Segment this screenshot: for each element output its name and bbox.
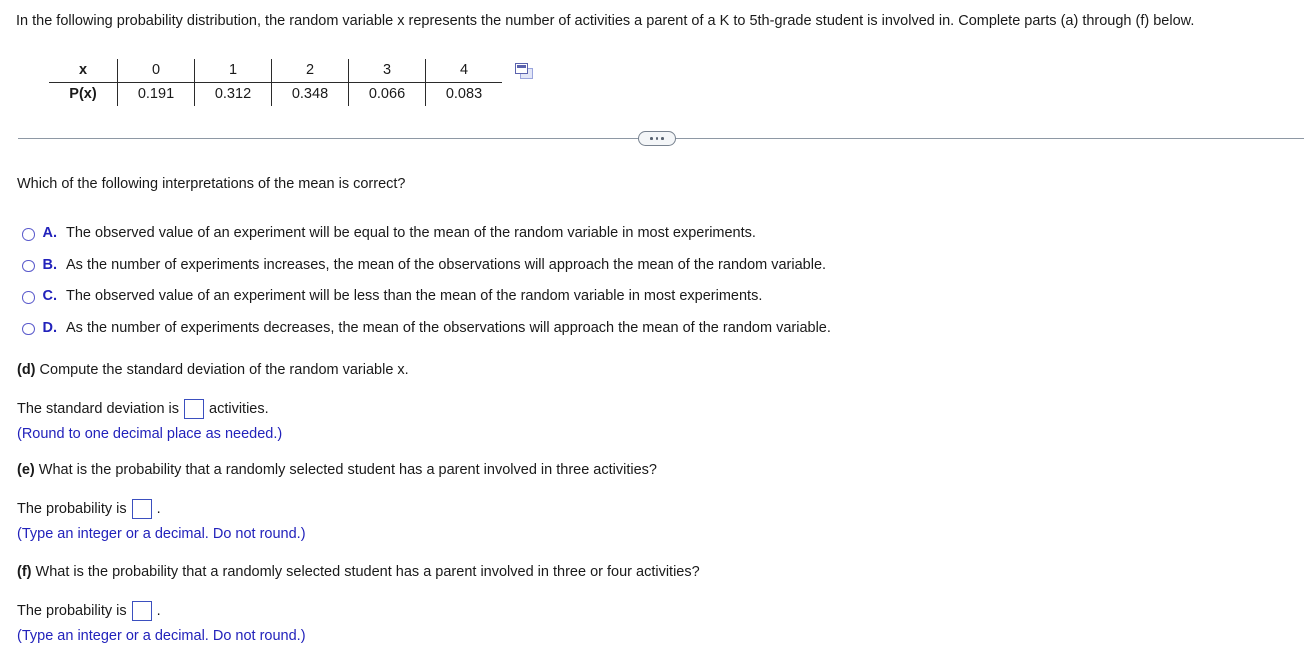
part-e-answer-input[interactable] xyxy=(131,499,152,519)
part-f-section: (f) What is the probability that a rando… xyxy=(17,562,1287,646)
row-label-x: x xyxy=(49,59,118,83)
table-cell-px-2: 0.348 xyxy=(271,82,349,106)
option-d-letter: D. xyxy=(42,319,58,336)
table-cell-px-4: 0.083 xyxy=(445,86,483,102)
probability-distribution-table: x 0 1 2 3 4 P(x) 0.191 0.312 0.348 0.066… xyxy=(49,59,502,106)
part-d-answer-suffix: activities. xyxy=(209,401,269,417)
table-cell-x-0: 0 xyxy=(117,59,195,83)
part-f-answer-input[interactable] xyxy=(131,601,152,621)
option-b[interactable]: B. As the number of experiments increase… xyxy=(22,257,1292,289)
part-e-answer-line: The probability is . xyxy=(17,499,1287,519)
table-cell-x-3: 3 xyxy=(348,59,426,83)
part-d-answer-prefix: The standard deviation is xyxy=(17,401,180,417)
part-d-section: (d) Compute the standard deviation of th… xyxy=(17,360,1287,444)
option-b-label: As the number of experiments increases, … xyxy=(66,256,827,273)
copy-icon-front-sheet xyxy=(515,63,528,74)
part-e-hint: (Type an integer or a decimal. Do not ro… xyxy=(17,526,306,542)
part-e-prompt: (e) What is the probability that a rando… xyxy=(17,460,1287,480)
problem-intro-text: In the following probability distributio… xyxy=(16,13,1195,29)
part-e-answer-suffix: . xyxy=(156,501,161,517)
radio-button-a[interactable] xyxy=(22,228,35,241)
ellipsis-icon[interactable] xyxy=(638,131,676,146)
option-c-letter: C. xyxy=(42,288,58,304)
part-d-prompt: (d) Compute the standard deviation of th… xyxy=(17,360,1287,380)
part-e-question: What is the probability that a randomly … xyxy=(34,462,657,478)
row-label-px: P(x) xyxy=(49,82,118,106)
option-c[interactable]: C. The observed value of an experiment w… xyxy=(22,288,1292,320)
table-row-px: P(x) 0.191 0.312 0.348 0.066 0.083 xyxy=(49,82,502,106)
option-a[interactable]: A. The observed value of an experiment w… xyxy=(22,225,1292,257)
ellipsis-dot-3 xyxy=(661,137,664,140)
option-a-letter: A. xyxy=(42,225,58,241)
part-f-tag: (f) xyxy=(17,564,32,580)
option-a-label: The observed value of an experiment will… xyxy=(66,225,756,241)
part-d-question: Compute the standard deviation of the ra… xyxy=(35,362,409,378)
table-cell-x-2: 2 xyxy=(271,59,349,83)
copy-icon-title-bar xyxy=(517,65,526,68)
part-e-answer-prefix: The probability is xyxy=(17,501,127,517)
part-e-tag: (e) xyxy=(17,462,35,478)
option-c-label: The observed value of an experiment will… xyxy=(66,288,763,304)
table-row-x: x 0 1 2 3 4 xyxy=(49,59,502,83)
part-f-prompt: (f) What is the probability that a rando… xyxy=(17,562,1287,582)
part-f-hint: (Type an integer or a decimal. Do not ro… xyxy=(17,628,306,644)
radio-button-c[interactable] xyxy=(22,291,35,304)
part-f-answer-line: The probability is . xyxy=(17,601,1287,621)
table-cell-x-1: 1 xyxy=(194,59,272,83)
table-cell-x-4: 4 xyxy=(425,59,502,83)
part-d-tag: (d) xyxy=(17,362,36,378)
radio-button-b[interactable] xyxy=(22,259,35,272)
option-d[interactable]: D. As the number of experiments decrease… xyxy=(22,320,1292,352)
ellipsis-dot-2 xyxy=(655,137,659,140)
question-prompt: Which of the following interpretations o… xyxy=(17,176,406,192)
table-cell-px-3: 0.066 xyxy=(348,82,426,106)
part-d-hint: (Round to one decimal place as needed.) xyxy=(17,426,283,442)
copy-to-spreadsheet-icon[interactable] xyxy=(515,63,535,81)
part-e-section: (e) What is the probability that a rando… xyxy=(17,460,1287,544)
option-b-letter: B. xyxy=(42,256,58,273)
part-f-answer-prefix: The probability is xyxy=(17,603,127,619)
answer-options-group: A. The observed value of an experiment w… xyxy=(22,225,1292,351)
part-d-answer-input[interactable] xyxy=(184,399,205,419)
option-d-label: As the number of experiments decreases, … xyxy=(66,319,831,336)
table-cell-px-0: 0.191 xyxy=(117,82,195,106)
ellipsis-dot-1 xyxy=(650,137,653,140)
part-f-answer-suffix: . xyxy=(156,603,161,619)
part-d-answer-line: The standard deviation is activities. xyxy=(17,399,1287,419)
part-f-question: What is the probability that a randomly … xyxy=(31,564,700,580)
radio-button-d[interactable] xyxy=(22,322,35,335)
table-cell-px-1: 0.312 xyxy=(194,82,272,106)
